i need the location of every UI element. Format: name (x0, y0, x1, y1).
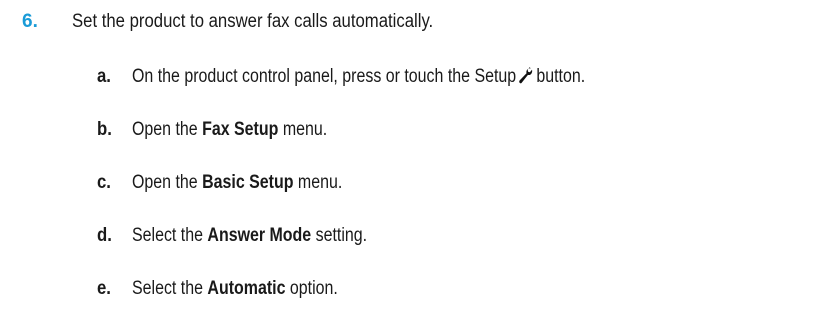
substep-text-after: menu. (282, 119, 328, 140)
substep-b: b. Open the Fax Setup menu. (0, 118, 840, 146)
substep-letter: d. (97, 225, 112, 246)
option-name: Automatic (207, 278, 286, 299)
substep-text: Select the Answer Mode setting. (132, 224, 367, 248)
substep-text: Open the Fax Setup menu. (132, 118, 327, 142)
menu-name: Basic Setup (202, 172, 294, 193)
substep-text-after: setting. (315, 225, 368, 246)
substep-text-before: Select the (132, 278, 203, 299)
substep-e: e. Select the Automatic option. (0, 277, 840, 305)
substep-d: d. Select the Answer Mode setting. (0, 224, 840, 252)
substep-letter: e. (97, 278, 111, 299)
substep-letter: a. (97, 66, 111, 87)
menu-name: Fax Setup (202, 119, 279, 140)
substep-a: a. On the product control panel, press o… (0, 65, 840, 93)
substep-text-after: menu. (297, 172, 343, 193)
setting-name: Answer Mode (207, 225, 312, 246)
instruction-step: 6. Set the product to answer fax calls a… (0, 0, 840, 316)
step-text: Set the product to answer fax calls auto… (72, 11, 434, 32)
step-number: 6. (22, 11, 38, 32)
substep-text-before: Open the (132, 172, 198, 193)
substep-text-before: On the product control panel, press or t… (132, 66, 517, 87)
substep-letter: c. (97, 172, 111, 193)
substep-text-before: Select the (132, 225, 203, 246)
substep-text-after: option. (289, 278, 338, 299)
substep-letter: b. (97, 119, 112, 140)
wrench-icon (516, 66, 536, 87)
substep-c: c. Open the Basic Setup menu. (0, 171, 840, 199)
substep-text-before: Open the (132, 119, 198, 140)
substep-text: Select the Automatic option. (132, 277, 338, 301)
substep-text-after: button. (536, 66, 586, 87)
substep-text: On the product control panel, press or t… (132, 65, 585, 89)
substep-text: Open the Basic Setup menu. (132, 171, 342, 195)
